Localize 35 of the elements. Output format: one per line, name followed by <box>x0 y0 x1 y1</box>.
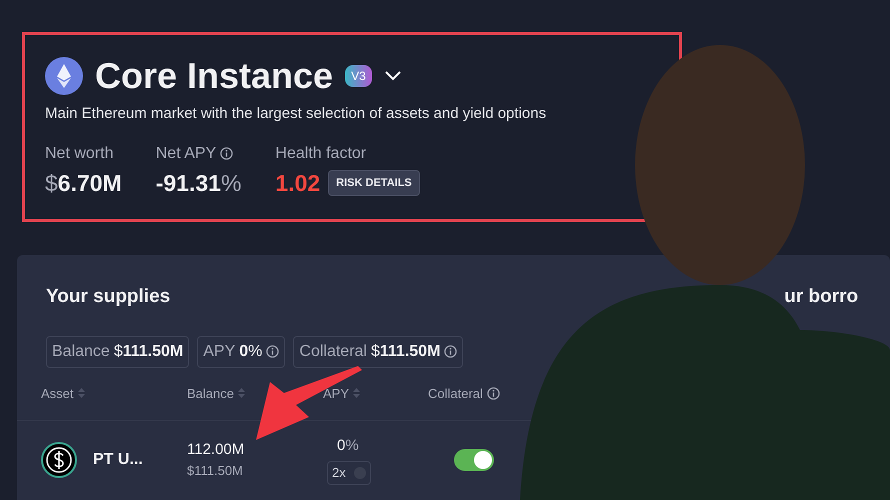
market-description: Main Ethereum market with the largest selection of assets and yield options <box>45 104 548 124</box>
stat-value: $6.70M <box>45 168 122 198</box>
column-header: APY <box>323 384 350 402</box>
stat-label: Net APY <box>156 144 216 164</box>
risk-details-button[interactable]: RISK DETAILS <box>328 170 420 196</box>
stat-label: Health factor <box>275 144 366 164</box>
multiplier-text: 2x <box>332 464 346 482</box>
version-badge: V3 <box>345 65 372 87</box>
chip-value: $111.50M <box>370 342 440 362</box>
stat-value: -91.31% <box>156 168 242 198</box>
chip-label: Collateral <box>299 342 367 362</box>
stat-value: 1.02 <box>275 168 320 198</box>
chevron-down-icon[interactable] <box>384 70 402 82</box>
column-header: Asset <box>41 384 74 402</box>
info-icon[interactable] <box>444 345 458 358</box>
market-title: Core Instance <box>95 58 334 94</box>
info-icon[interactable] <box>266 345 280 358</box>
apy-value: 0% <box>336 436 360 456</box>
asset-name: PT U... <box>93 450 143 470</box>
info-icon[interactable] <box>220 147 234 160</box>
section-title: ur borro <box>784 285 858 309</box>
balance-usd: $111.50M <box>187 462 244 480</box>
chip-value: $111.50M <box>114 342 184 362</box>
stat-label: Net worth <box>45 144 114 164</box>
chip-value: 0% <box>239 342 262 362</box>
dollar-coin-icon <box>41 442 77 478</box>
column-header: Collateral <box>428 384 483 402</box>
balance-amount: 112.00M <box>187 440 246 460</box>
section-title: Your supplies <box>46 285 170 309</box>
ethereum-logo-icon <box>45 57 83 95</box>
chip-label: Balance <box>52 342 110 362</box>
collateral-toggle[interactable] <box>454 448 494 471</box>
chip-label: APY <box>203 342 236 362</box>
info-icon[interactable] <box>486 386 500 400</box>
column-header: Balance <box>187 384 234 402</box>
